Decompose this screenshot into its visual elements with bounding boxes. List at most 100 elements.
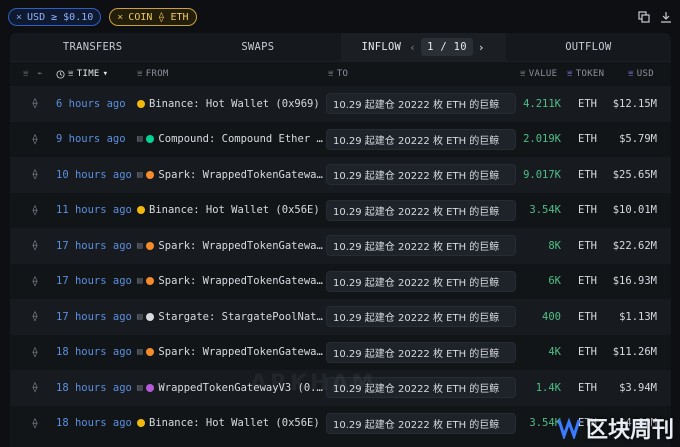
to-entity[interactable]: 10.29 起建仓 20222 枚 ETH 的巨鲸 (326, 164, 516, 186)
to-entity[interactable]: 10.29 起建仓 20222 枚 ETH 的巨鲸 (326, 306, 516, 328)
chain-filter-icon[interactable]: ⩸ (23, 69, 29, 79)
from-entity[interactable]: ▤ Spark: WrappedTokenGatewa... (137, 240, 323, 252)
tab-outflow[interactable]: OUTFLOW (506, 33, 671, 61)
time-link[interactable]: 17 hours ago (56, 311, 136, 323)
coin-filter-label: COIN ⟠ ETH (128, 11, 189, 23)
brand-mark-icon (557, 417, 581, 439)
to-entity[interactable]: 10.29 起建仓 20222 枚 ETH 的巨鲸 (326, 270, 516, 292)
table-row[interactable]: ⟠ 9 hours ago ▤ Compound: Compound Ether… (10, 121, 671, 157)
time-link[interactable]: 11 hours ago (56, 204, 136, 216)
value-amount: 6K (548, 275, 561, 288)
value-amount: 1.4K (535, 381, 561, 394)
from-column-header[interactable]: ⩸ FROM (137, 69, 169, 79)
link-icon[interactable]: ⌁ (37, 69, 43, 79)
from-entity[interactable]: ▤ Stargate: StargatePoolNat... (137, 311, 323, 323)
ethereum-chain-icon: ⟠ (32, 98, 39, 110)
entity-logo-icon (137, 206, 145, 215)
tab-transfers[interactable]: TRANSFERS (10, 33, 175, 61)
table-row[interactable]: ⟠ 11 hours ago Binance: Hot Wallet (0x56… (10, 192, 671, 228)
from-entity[interactable]: ▤ Spark: WrappedTokenGatewa... (137, 346, 323, 358)
time-link[interactable]: 17 hours ago (56, 275, 136, 287)
usd-filter-icon[interactable]: ⩸ (628, 69, 634, 79)
usd-amount: $10.01M (612, 204, 657, 217)
value-header-label: VALUE (528, 69, 558, 79)
remove-coin-filter-icon[interactable]: × (117, 12, 123, 23)
token-filter-icon[interactable]: ⩸ (567, 69, 573, 79)
sort-desc-icon[interactable]: ▾ (103, 69, 109, 79)
value-amount: 3.54K (529, 204, 561, 217)
time-link[interactable]: 10 hours ago (56, 169, 136, 181)
time-link[interactable]: 18 hours ago (56, 382, 136, 394)
table-row[interactable]: ⟠ 10 hours ago ▤ Spark: WrappedTokenGate… (10, 157, 671, 193)
usd-amount: $5.79M (619, 133, 657, 146)
from-entity[interactable]: ▤ Compound: Compound Ether ... (137, 133, 323, 145)
time-link[interactable]: 18 hours ago (56, 346, 136, 358)
from-entity[interactable]: Binance: Hot Wallet (0x969) (137, 98, 323, 110)
to-entity-label: 10.29 起建仓 20222 枚 ETH 的巨鲸 (333, 277, 500, 289)
usd-filter-chip[interactable]: × USD ≥ $0.10 (8, 8, 102, 26)
from-entity-label: Binance: Hot Wallet (0x969) (149, 97, 320, 110)
table-row[interactable]: ⟠ 17 hours ago ▤ Stargate: StargatePoolN… (10, 299, 671, 335)
value-filter-icon[interactable]: ⩸ (520, 69, 526, 79)
time-header-filter-icon[interactable]: ⩸ (68, 69, 74, 79)
table-row[interactable]: ⟠ 6 hours ago Binance: Hot Wallet (0x969… (10, 86, 671, 122)
to-entity-label: 10.29 起建仓 20222 枚 ETH 的巨鲸 (333, 100, 500, 112)
time-link[interactable]: 18 hours ago (56, 417, 136, 429)
to-entity[interactable]: 10.29 起建仓 20222 枚 ETH 的巨鲸 (326, 199, 516, 221)
entity-logo-icon (146, 383, 155, 392)
to-entity-label: 10.29 起建仓 20222 枚 ETH 的巨鲸 (333, 135, 500, 147)
to-entity[interactable]: 10.29 起建仓 20222 枚 ETH 的巨鲸 (326, 412, 516, 434)
prev-page-button[interactable]: ‹ (409, 41, 416, 54)
from-entity-label: Stargate: StargatePoolNat... (158, 310, 323, 323)
to-entity[interactable]: 10.29 起建仓 20222 枚 ETH 的巨鲸 (326, 341, 516, 363)
from-entity[interactable]: ▤ WrappedTokenGatewayV3 (0... (137, 382, 323, 394)
token-column-header[interactable]: ⩸ TOKEN (567, 69, 604, 79)
table-header: ⩸ ⌁ ⩸ TIME ▾ ⩸ FROM ⩸ TO ⩸ VALUE ⩸ TOKEN… (10, 62, 671, 86)
ethereum-chain-icon: ⟠ (32, 382, 39, 394)
usd-column-header[interactable]: ⩸ USD (628, 69, 654, 79)
usd-amount: $22.62M (612, 239, 657, 252)
contract-icon: ▤ (137, 347, 143, 358)
entity-logo-icon (146, 170, 155, 179)
from-entity[interactable]: Binance: Hot Wallet (0x56E) (137, 417, 323, 429)
value-column-header[interactable]: ⩸ VALUE (520, 69, 557, 79)
tab-inflow[interactable]: INFLOW ‹ 1 / 10 › (340, 33, 506, 61)
to-entity[interactable]: 10.29 起建仓 20222 枚 ETH 的巨鲸 (326, 235, 516, 257)
next-page-button[interactable]: › (478, 41, 485, 54)
table-row[interactable]: ⟠ 17 hours ago ▤ Spark: WrappedTokenGate… (10, 263, 671, 299)
to-entity[interactable]: 10.29 起建仓 20222 枚 ETH 的巨鲸 (326, 128, 516, 150)
from-entity[interactable]: Binance: Hot Wallet (0x56E) (137, 204, 323, 216)
to-entity[interactable]: 10.29 起建仓 20222 枚 ETH 的巨鲸 (326, 377, 516, 399)
from-filter-icon[interactable]: ⩸ (137, 69, 143, 79)
download-icon[interactable] (660, 11, 672, 23)
time-link[interactable]: 6 hours ago (56, 98, 136, 110)
time-link[interactable]: 17 hours ago (56, 240, 136, 252)
table-row[interactable]: ⟠ 17 hours ago ▤ Spark: WrappedTokenGate… (10, 228, 671, 264)
usd-amount: $16.93M (612, 275, 657, 288)
ethereum-chain-icon: ⟠ (32, 240, 39, 252)
table-row[interactable]: ⟠ 18 hours ago ▤ WrappedTokenGatewayV3 (… (10, 370, 671, 406)
remove-usd-filter-icon[interactable]: × (16, 12, 22, 23)
transfers-panel: TRANSFERS SWAPS INFLOW ‹ 1 / 10 › OUTFLO… (10, 33, 671, 447)
value-amount: 9.017K (523, 168, 561, 181)
to-filter-icon[interactable]: ⩸ (328, 69, 334, 79)
from-entity-label: Binance: Hot Wallet (0x56E) (149, 204, 320, 217)
tab-swaps[interactable]: SWAPS (175, 33, 340, 61)
contract-icon: ▤ (137, 169, 143, 180)
to-entity-label: 10.29 起建仓 20222 枚 ETH 的巨鲸 (333, 348, 500, 360)
value-amount: 8K (548, 239, 561, 252)
from-entity[interactable]: ▤ Spark: WrappedTokenGatewa... (137, 275, 323, 287)
table-row[interactable]: ⟠ 18 hours ago ▤ Spark: WrappedTokenGate… (10, 334, 671, 370)
time-column-header[interactable]: ⩸ TIME ▾ (56, 69, 108, 79)
to-entity[interactable]: 10.29 起建仓 20222 枚 ETH 的巨鲸 (326, 93, 516, 115)
time-link[interactable]: 9 hours ago (56, 133, 136, 145)
coin-filter-chip[interactable]: × COIN ⟠ ETH (109, 8, 197, 26)
pagination: ‹ 1 / 10 › (409, 38, 485, 56)
to-column-header[interactable]: ⩸ TO (328, 69, 348, 79)
usd-amount: $11.26M (612, 346, 657, 359)
from-header-label: FROM (145, 69, 169, 79)
clock-icon (56, 69, 65, 79)
from-entity[interactable]: ▤ Spark: WrappedTokenGatewa... (137, 169, 323, 181)
copy-icon[interactable] (638, 11, 650, 23)
contract-icon: ▤ (137, 134, 143, 145)
